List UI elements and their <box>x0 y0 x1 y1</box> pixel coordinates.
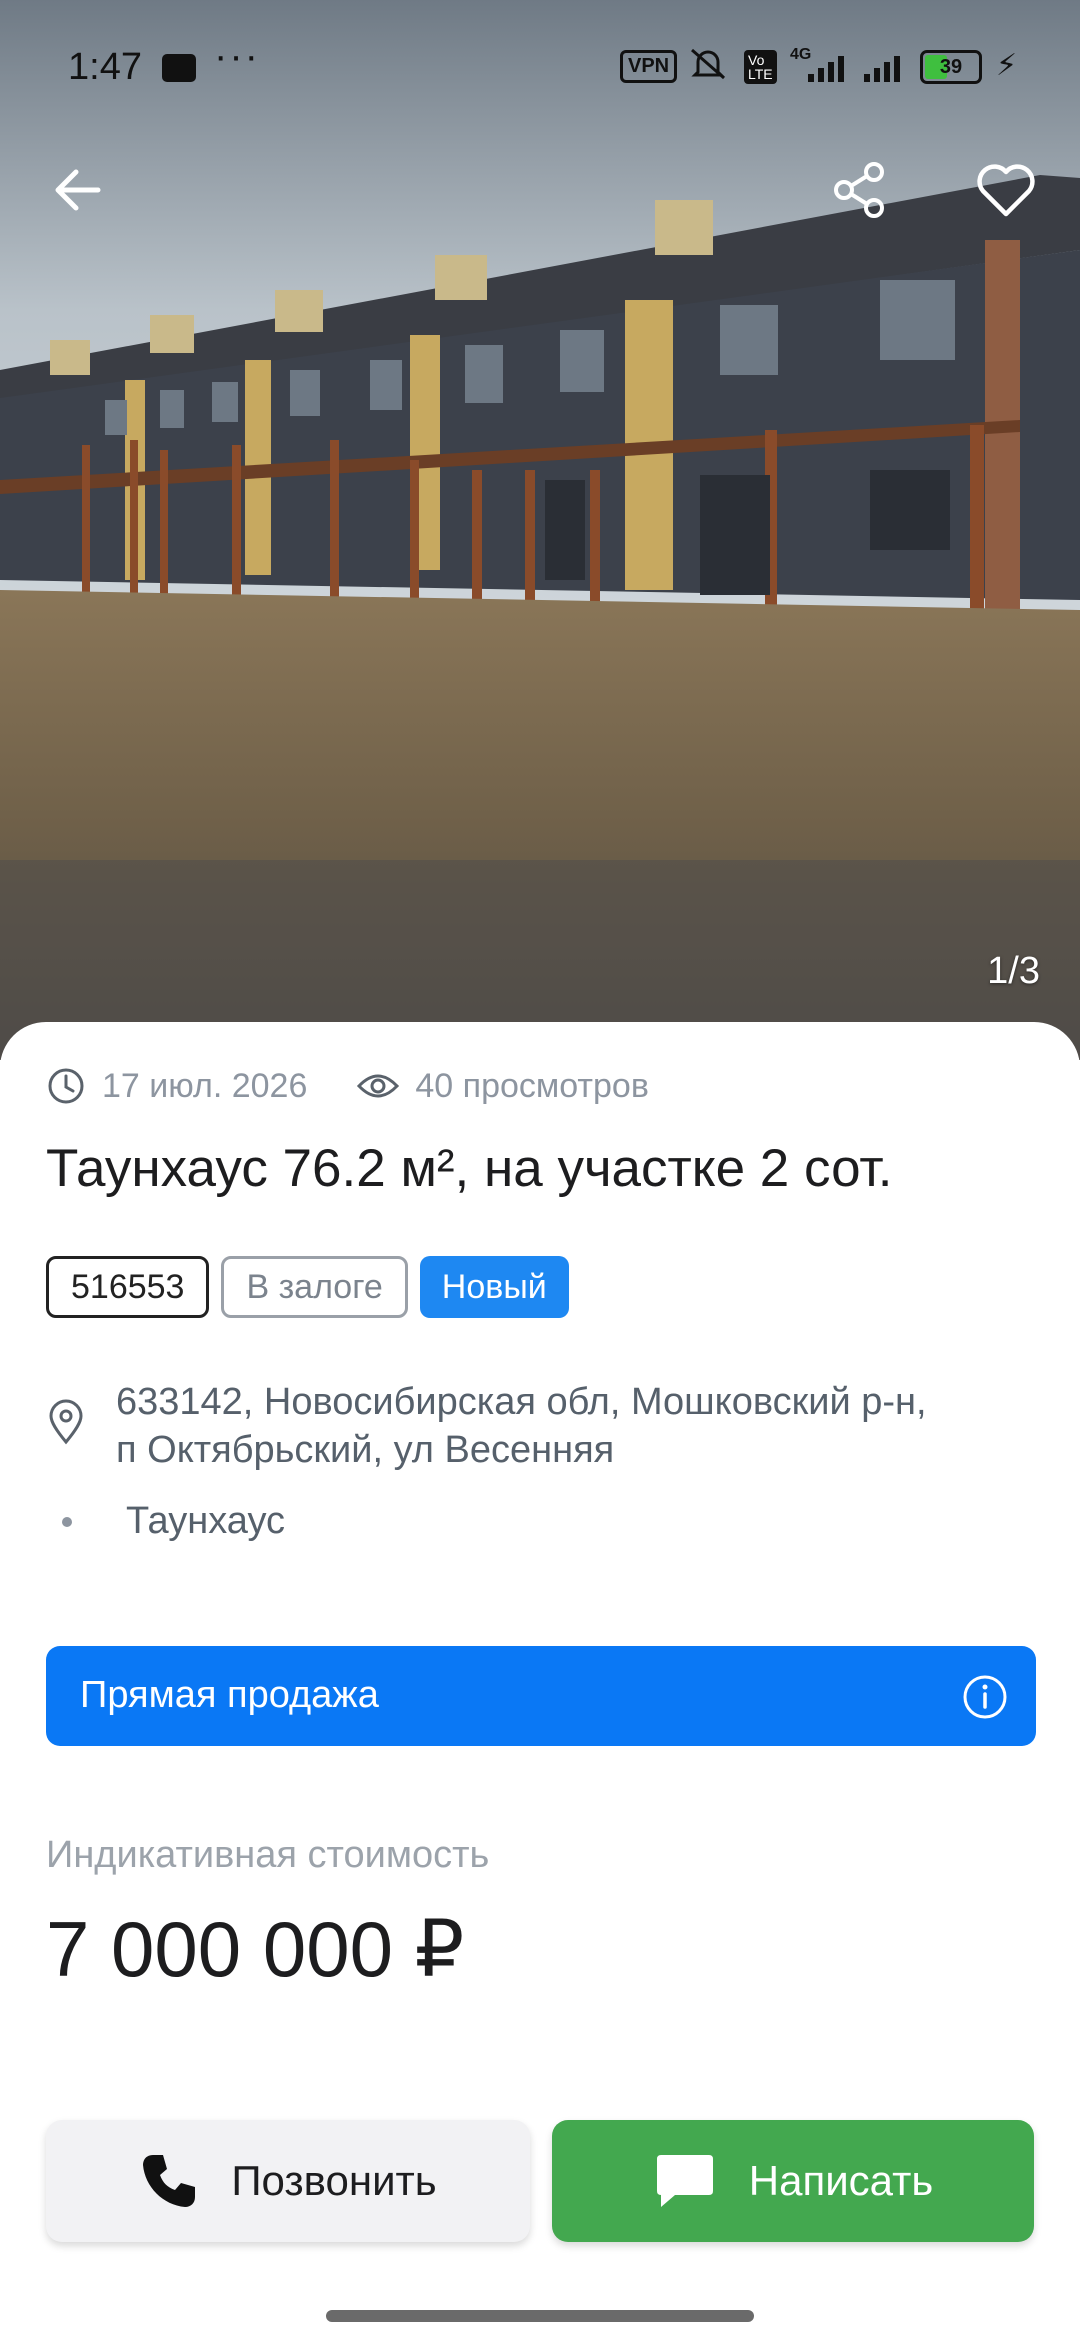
call-button-label: Позвонить <box>231 2157 437 2204</box>
direct-sale-banner[interactable]: Прямая продажа <box>46 1646 1036 1746</box>
message-notification-icon <box>162 54 196 82</box>
price-value: 7 000 000 ₽ <box>46 1905 465 1993</box>
chat-icon <box>656 2155 713 2207</box>
price-label: Индикативная стоимость <box>46 1834 490 1876</box>
info-icon <box>963 1675 1007 1719</box>
status-time: 1:47 <box>68 46 142 88</box>
info-button[interactable] <box>962 1674 1008 1725</box>
battery-icon: 39 <box>920 50 982 84</box>
share-icon <box>834 162 884 218</box>
status-bar: 1:47 ··· VPN Vo LTE 4G 39 ⚡ <box>0 0 1080 130</box>
listing-title: Таунхаус 76.2 м², на участке 2 сот. <box>46 1139 893 1198</box>
property-type: Таунхаус <box>46 1500 285 1543</box>
volte-icon: Vo LTE <box>744 50 777 84</box>
mute-icon <box>688 46 728 91</box>
phone-icon <box>143 2155 196 2207</box>
battery-level: 39 <box>939 56 963 78</box>
property-type-label: Таунхаус <box>126 1500 286 1542</box>
listing-id-badge: 516553 <box>46 1256 210 1318</box>
bullet-icon <box>62 1516 72 1527</box>
eye-icon <box>357 1074 400 1098</box>
heart-icon <box>977 164 1035 217</box>
charging-icon: ⚡ <box>996 49 1018 82</box>
signal-icon <box>808 56 844 82</box>
new-badge: Новый <box>419 1256 569 1318</box>
address: 633142, Новосибирская обл, Мошковский р-… <box>46 1378 1036 1474</box>
location-pin-icon <box>49 1399 83 1445</box>
address-line-1: 633142, Новосибирская обл, Мошковский р-… <box>116 1381 927 1423</box>
call-button[interactable]: Позвонить <box>46 2120 530 2242</box>
address-line-2: п Октябрьский, ул Весенняя <box>116 1429 615 1471</box>
more-notifications-icon: ··· <box>214 34 260 78</box>
back-arrow-icon <box>55 169 101 211</box>
listing-date: 17 июл. 2026 <box>102 1066 308 1105</box>
listing-tags: 516553 В залоге Новый <box>46 1256 581 1318</box>
listing-meta: 17 июл. 2026 40 просмотров <box>46 1066 699 1106</box>
clock-icon <box>48 1068 84 1104</box>
listing-views: 40 просмотров <box>415 1066 649 1105</box>
back-button[interactable] <box>38 150 118 230</box>
vpn-icon: VPN <box>620 50 678 83</box>
favorite-button[interactable] <box>966 150 1046 230</box>
listing-photo[interactable]: 1:47 ··· VPN Vo LTE 4G 39 ⚡ 1/3 <box>0 0 1080 1060</box>
write-button-label: Написать <box>748 2157 934 2204</box>
direct-sale-label: Прямая продажа <box>80 1674 379 1716</box>
share-button[interactable] <box>820 150 900 230</box>
home-indicator[interactable] <box>326 2310 754 2322</box>
signal-2-icon <box>864 56 900 82</box>
townhouse-photo <box>0 0 1080 1060</box>
write-button[interactable]: Написать <box>552 2120 1034 2242</box>
pledge-badge: В залоге <box>221 1256 408 1318</box>
photo-counter: 1/3 <box>987 950 1040 992</box>
